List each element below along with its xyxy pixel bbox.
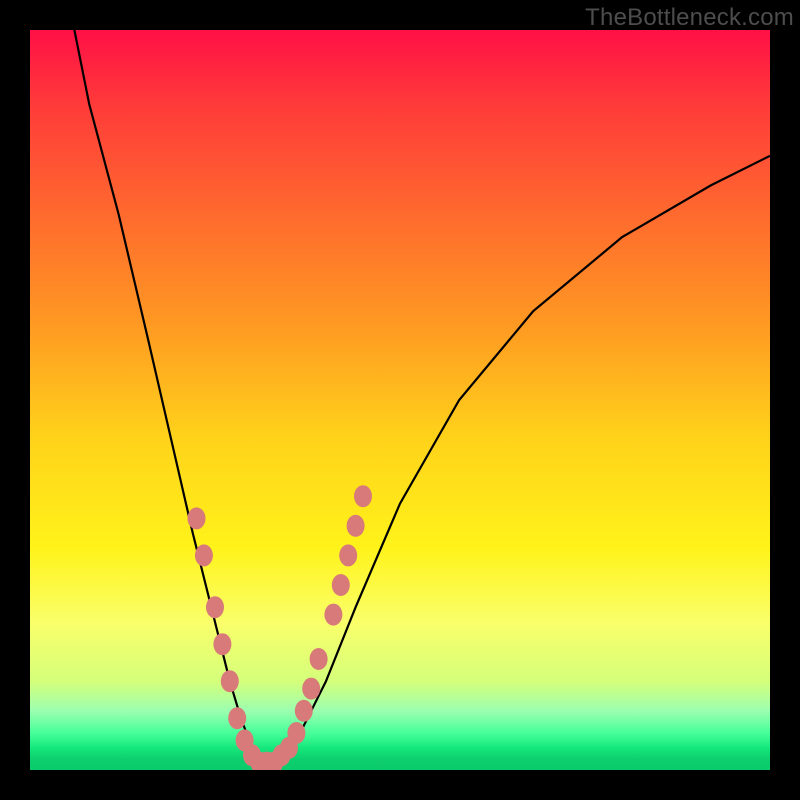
marker-dot bbox=[332, 574, 350, 596]
plot-area bbox=[30, 30, 770, 770]
marker-dot bbox=[310, 648, 328, 670]
chart-frame: TheBottleneck.com bbox=[0, 0, 800, 800]
marker-dot bbox=[287, 722, 305, 744]
watermark-text: TheBottleneck.com bbox=[585, 4, 794, 32]
marker-dot bbox=[221, 670, 239, 692]
marker-dot bbox=[195, 544, 213, 566]
marker-dot bbox=[354, 485, 372, 507]
marker-dot bbox=[302, 678, 320, 700]
bottleneck-curve bbox=[74, 30, 770, 763]
marker-dot bbox=[188, 507, 206, 529]
curve-svg bbox=[30, 30, 770, 770]
marker-dot bbox=[295, 700, 313, 722]
marker-dot bbox=[213, 633, 231, 655]
marker-dot bbox=[347, 515, 365, 537]
curve-markers bbox=[188, 485, 373, 770]
marker-dot bbox=[206, 596, 224, 618]
marker-dot bbox=[324, 604, 342, 626]
marker-dot bbox=[339, 544, 357, 566]
marker-dot bbox=[228, 707, 246, 729]
